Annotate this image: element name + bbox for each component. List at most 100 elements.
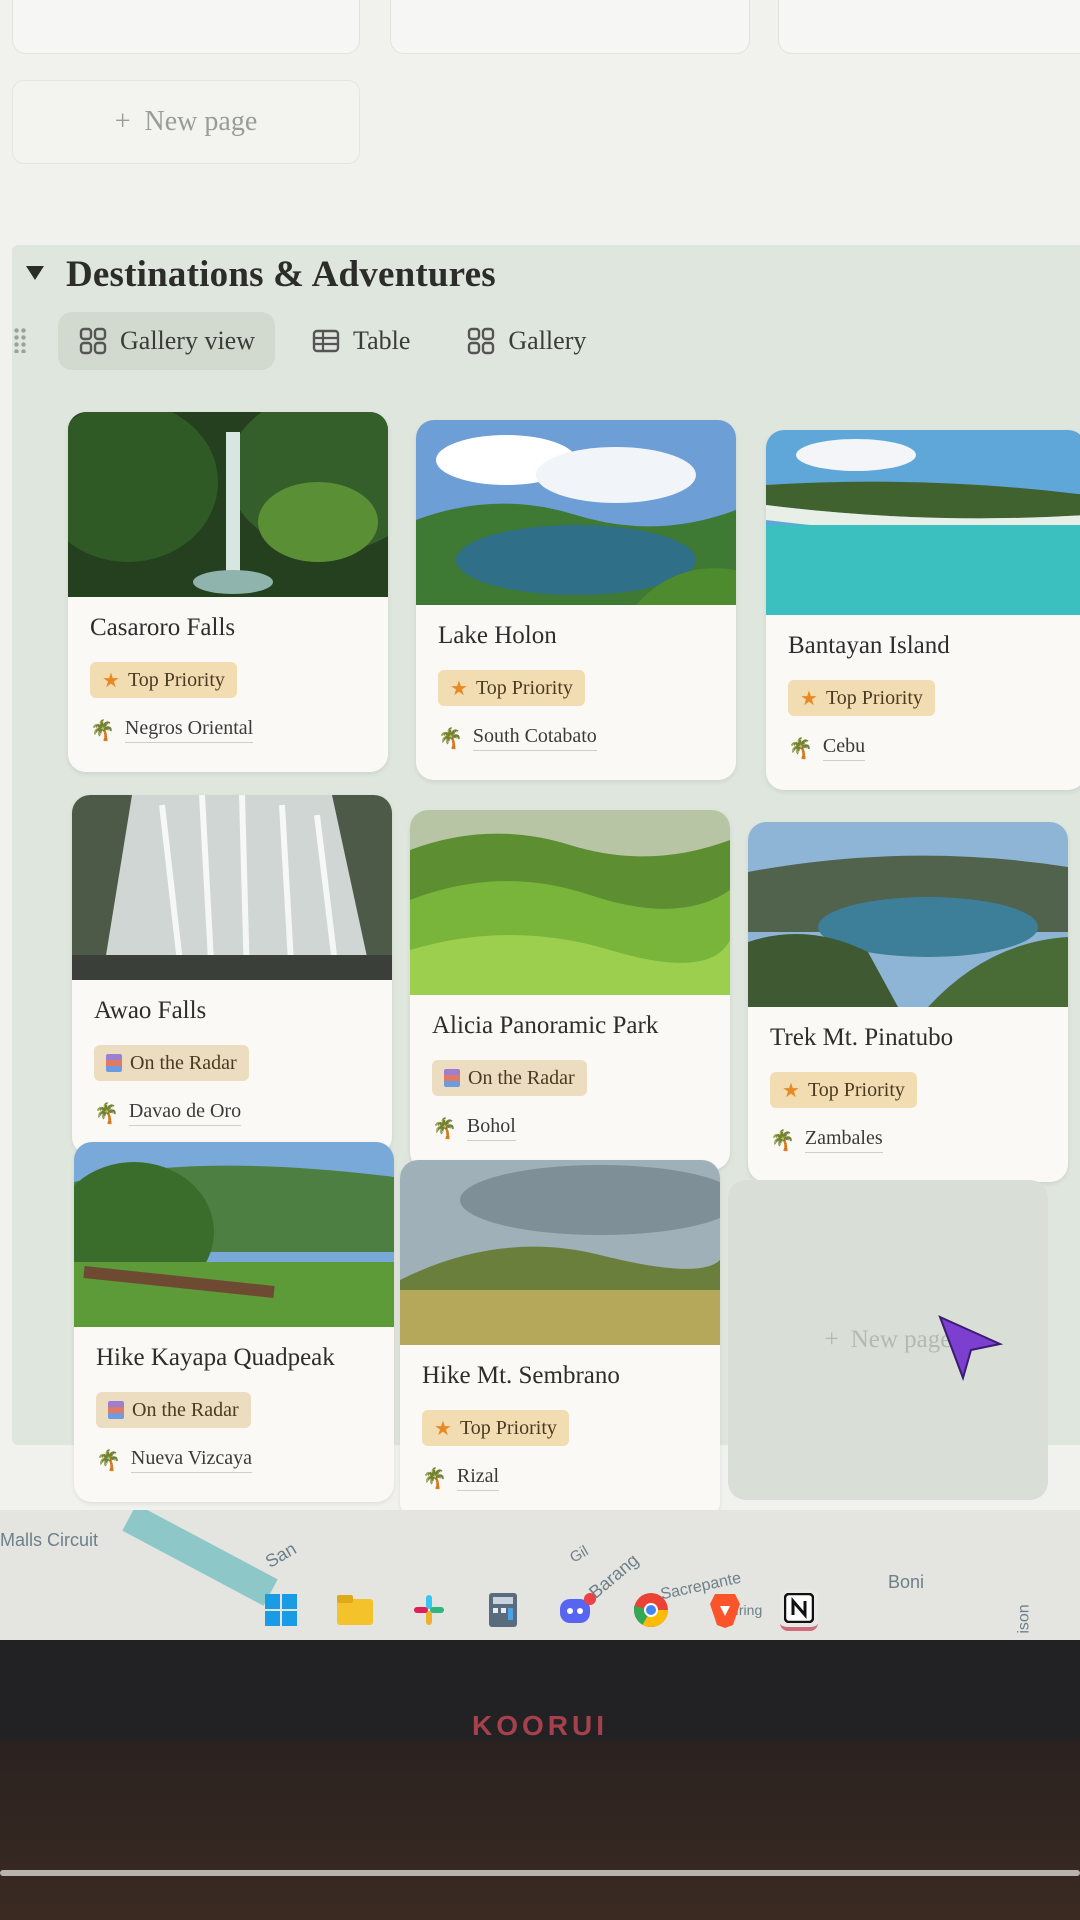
tag-label: On the Radar bbox=[468, 1066, 575, 1089]
tag-label: Top Priority bbox=[825, 686, 923, 709]
palm-tree-icon: 🌴 bbox=[96, 1449, 121, 1472]
calculator-icon[interactable] bbox=[484, 1591, 522, 1629]
map-label: Gil bbox=[566, 1542, 592, 1567]
mouse-cursor-icon bbox=[938, 1315, 1004, 1382]
location-property[interactable]: 🌴 Cebu bbox=[788, 735, 866, 761]
card-title: Trek Mt. Pinatubo bbox=[770, 1024, 954, 1051]
tab-label: Gallery bbox=[508, 326, 587, 355]
location-property[interactable]: 🌴 South Cotabato bbox=[438, 725, 597, 751]
slack-icon[interactable] bbox=[410, 1591, 448, 1629]
star-icon: ★ bbox=[102, 669, 120, 692]
card-title: Bantayan Island bbox=[788, 632, 950, 659]
location-label: South Cotabato bbox=[472, 725, 597, 751]
card-title: Hike Mt. Sembrano bbox=[422, 1362, 620, 1389]
gallery-card[interactable]: Hike Mt. Sembrano ★ Top Priority 🌴 Rizal bbox=[400, 1160, 720, 1520]
tab-table[interactable]: Table bbox=[291, 312, 430, 370]
cover-image-waterfall bbox=[68, 412, 388, 597]
star-icon: ★ bbox=[800, 687, 818, 710]
priority-tag[interactable]: ★ Top Priority bbox=[438, 670, 585, 706]
palm-tree-icon: 🌴 bbox=[438, 727, 463, 750]
card-title: Hike Kayapa Quadpeak bbox=[96, 1344, 335, 1371]
card-title: Awao Falls bbox=[94, 997, 207, 1024]
palm-tree-icon: 🌴 bbox=[94, 1102, 119, 1125]
card-title: Alicia Panoramic Park bbox=[432, 1012, 659, 1039]
brave-icon[interactable] bbox=[706, 1591, 744, 1629]
collapse-toggle-icon[interactable] bbox=[26, 266, 44, 280]
cover-image-island bbox=[766, 430, 1080, 615]
location-label: Nueva Vizcaya bbox=[130, 1447, 253, 1473]
gallery-icon bbox=[468, 327, 495, 355]
tab-gallery-view[interactable]: Gallery view bbox=[58, 312, 276, 370]
previous-card[interactable] bbox=[778, 0, 1080, 54]
priority-tag[interactable]: ★ Top Priority bbox=[788, 680, 935, 716]
gallery-card[interactable]: Trek Mt. Pinatubo ★ Top Priority 🌴 Zamba… bbox=[748, 822, 1068, 1182]
screen: + New page Destinations & Adventures Gal… bbox=[0, 0, 1080, 1640]
priority-tag[interactable]: ★ Top Priority bbox=[422, 1410, 569, 1446]
gallery-card[interactable]: Lake Holon ★ Top Priority 🌴 South Cotaba… bbox=[416, 420, 736, 780]
gallery-card[interactable]: Bantayan Island ★ Top Priority 🌴 Cebu bbox=[766, 430, 1080, 790]
location-label: Negros Oriental bbox=[124, 717, 254, 743]
location-label: Cebu bbox=[822, 735, 866, 761]
tag-label: On the Radar bbox=[132, 1398, 239, 1421]
star-icon: ★ bbox=[450, 677, 468, 700]
view-tabs: Gallery view Table Gallery bbox=[58, 312, 606, 370]
file-explorer-icon[interactable] bbox=[336, 1591, 374, 1629]
priority-tag[interactable]: ★ Top Priority bbox=[770, 1072, 917, 1108]
gallery-card[interactable]: Alicia Panoramic Park On the Radar 🌴 Boh… bbox=[410, 810, 730, 1170]
new-page-button[interactable]: + New page bbox=[12, 80, 360, 164]
tab-label: Gallery view bbox=[120, 326, 256, 355]
location-property[interactable]: 🌴 Negros Oriental bbox=[90, 717, 254, 743]
plus-icon: + bbox=[824, 1326, 839, 1353]
tag-label: Top Priority bbox=[475, 676, 573, 699]
previous-card[interactable] bbox=[390, 0, 750, 54]
location-label: Davao de Oro bbox=[128, 1100, 242, 1126]
tag-label: Top Priority bbox=[127, 668, 225, 691]
location-label: Rizal bbox=[456, 1465, 500, 1491]
palm-tree-icon: 🌴 bbox=[770, 1129, 795, 1152]
desk-surface bbox=[0, 1740, 1080, 1920]
palm-tree-icon: 🌴 bbox=[432, 1117, 457, 1140]
gallery-card[interactable]: Casaroro Falls ★ Top Priority 🌴 Negros O… bbox=[68, 412, 388, 772]
palm-tree-icon: 🌴 bbox=[90, 719, 115, 742]
previous-card[interactable] bbox=[12, 0, 360, 54]
cover-image-green-hills bbox=[410, 810, 730, 995]
windows-taskbar bbox=[0, 1580, 1080, 1640]
location-property[interactable]: 🌴 Bohol bbox=[432, 1115, 516, 1141]
books-icon bbox=[106, 1054, 122, 1072]
location-property[interactable]: 🌴 Zambales bbox=[770, 1127, 883, 1153]
location-label: Zambales bbox=[804, 1127, 883, 1153]
cover-image-mountain-forest bbox=[74, 1142, 394, 1327]
new-page-label: New page bbox=[144, 106, 258, 137]
location-property[interactable]: 🌴 Rizal bbox=[422, 1465, 500, 1491]
monitor-brand-logo: KOORUI bbox=[472, 1710, 608, 1741]
gallery-card[interactable]: Hike Kayapa Quadpeak On the Radar 🌴 Nuev… bbox=[74, 1142, 394, 1502]
tag-label: Top Priority bbox=[459, 1416, 557, 1439]
chrome-icon[interactable] bbox=[632, 1591, 670, 1629]
discord-icon[interactable] bbox=[558, 1591, 596, 1629]
status-tag[interactable]: On the Radar bbox=[432, 1060, 587, 1096]
tag-label: Top Priority bbox=[807, 1078, 905, 1101]
star-icon: ★ bbox=[782, 1079, 800, 1102]
status-tag[interactable]: On the Radar bbox=[96, 1392, 251, 1428]
cover-image-volcano-lake bbox=[748, 822, 1068, 1007]
location-property[interactable]: 🌴 Davao de Oro bbox=[94, 1100, 242, 1126]
tag-label: On the Radar bbox=[130, 1051, 237, 1074]
location-property[interactable]: 🌴 Nueva Vizcaya bbox=[96, 1447, 253, 1473]
windows-start-icon[interactable] bbox=[262, 1591, 300, 1629]
priority-tag[interactable]: ★ Top Priority bbox=[90, 662, 237, 698]
card-title: Lake Holon bbox=[438, 622, 557, 649]
drag-handle-icon[interactable] bbox=[13, 327, 27, 353]
books-icon bbox=[108, 1401, 124, 1419]
notion-icon[interactable] bbox=[780, 1589, 818, 1631]
table-icon bbox=[312, 329, 340, 353]
tab-gallery[interactable]: Gallery bbox=[446, 312, 606, 370]
gallery-card[interactable]: Awao Falls On the Radar 🌴 Davao de Oro bbox=[72, 795, 392, 1155]
status-tag[interactable]: On the Radar bbox=[94, 1045, 249, 1081]
card-title: Casaroro Falls bbox=[90, 614, 236, 641]
section-title: Destinations & Adventures bbox=[66, 254, 496, 295]
books-icon bbox=[444, 1069, 460, 1087]
cable bbox=[0, 1870, 1080, 1876]
palm-tree-icon: 🌴 bbox=[788, 737, 813, 760]
tab-label: Table bbox=[353, 326, 411, 355]
palm-tree-icon: 🌴 bbox=[422, 1467, 447, 1490]
